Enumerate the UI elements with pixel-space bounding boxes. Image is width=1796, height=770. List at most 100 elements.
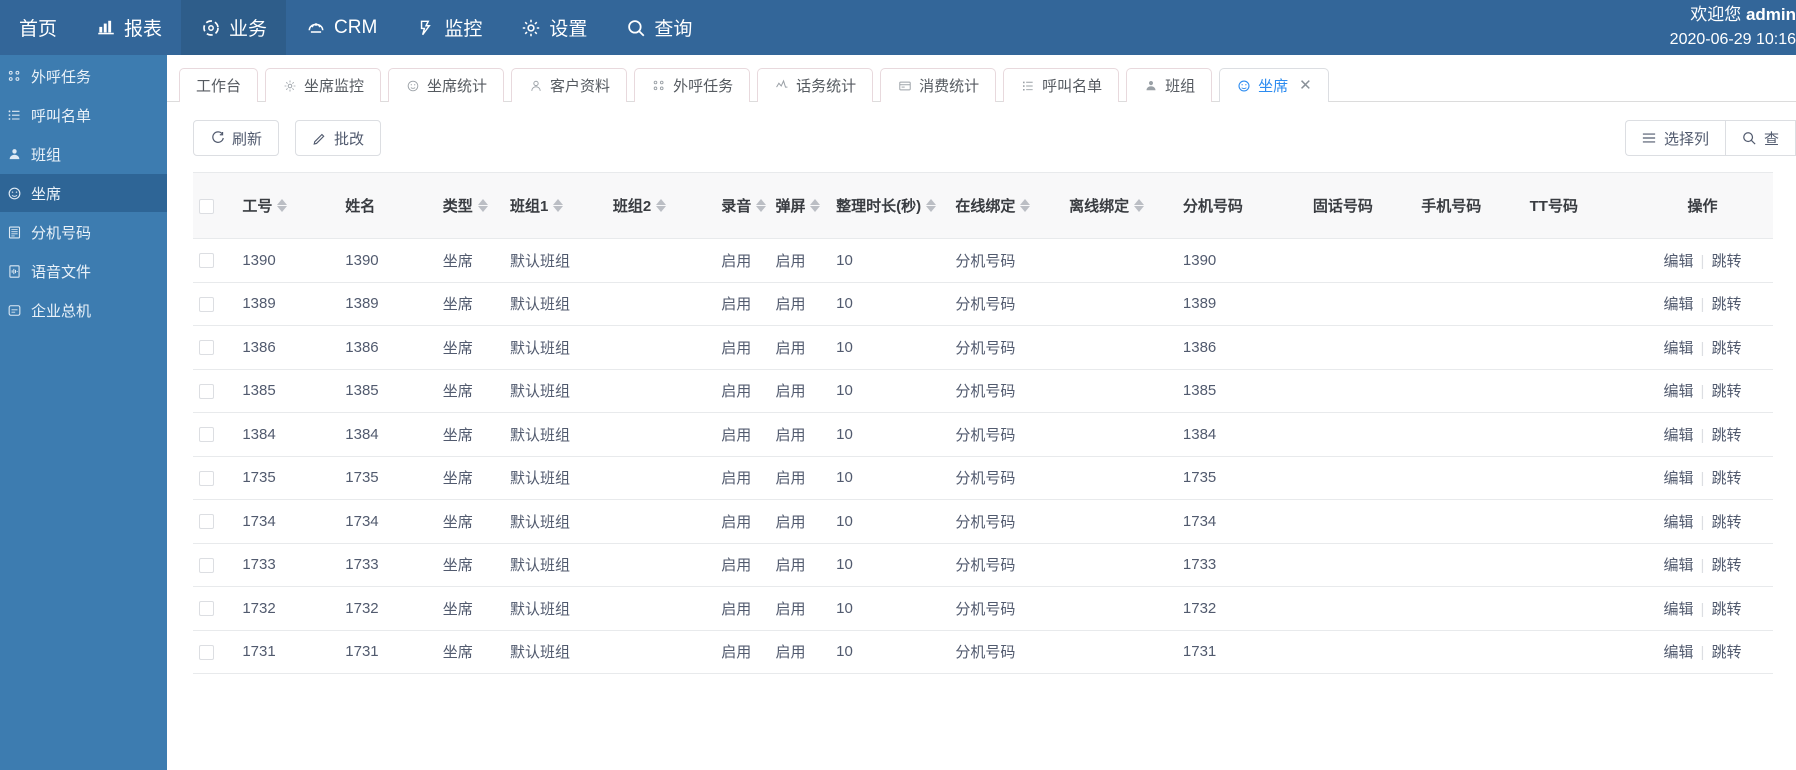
table-row[interactable]: 1389 1389 坐席 默认班组 启用 启用 10 分机号码 1389 编辑 | 跳转 bbox=[193, 282, 1773, 326]
search-button[interactable]: 查 bbox=[1724, 120, 1796, 156]
jump-link[interactable]: 跳转 bbox=[1711, 644, 1741, 661]
jump-link[interactable]: 跳转 bbox=[1711, 470, 1741, 487]
cell-work_no[interactable]: 1389 bbox=[236, 282, 340, 326]
jump-link[interactable]: 跳转 bbox=[1711, 557, 1741, 574]
edit-link[interactable]: 编辑 bbox=[1664, 514, 1694, 531]
jump-link[interactable]: 跳转 bbox=[1711, 601, 1741, 618]
row-checkbox[interactable] bbox=[199, 427, 214, 443]
sort-toggle-icon[interactable] bbox=[926, 199, 937, 212]
edit-link[interactable]: 编辑 bbox=[1664, 296, 1694, 313]
edit-link[interactable]: 编辑 bbox=[1664, 601, 1694, 618]
tab-tasks[interactable]: 外呼任务 bbox=[634, 68, 751, 102]
cell-work_no[interactable]: 1386 bbox=[236, 325, 340, 370]
sort-toggle-icon[interactable] bbox=[756, 199, 767, 212]
column-header-type[interactable]: 类型 bbox=[436, 172, 504, 239]
row-checkbox-cell bbox=[193, 456, 237, 500]
row-checkbox[interactable] bbox=[199, 296, 214, 312]
row-checkbox[interactable] bbox=[199, 383, 214, 399]
row-checkbox[interactable] bbox=[199, 253, 214, 269]
sort-toggle-icon[interactable] bbox=[810, 199, 821, 212]
tab-customer[interactable]: 客户资料 bbox=[511, 68, 628, 102]
tab-consume-stats[interactable]: 消费统计 bbox=[880, 68, 997, 102]
edit-link[interactable]: 编辑 bbox=[1664, 470, 1694, 487]
refresh-button[interactable]: 刷新 bbox=[193, 120, 280, 156]
table-row[interactable]: 1735 1735 坐席 默认班组 启用 启用 10 分机号码 1735 编辑 | 跳转 bbox=[193, 456, 1773, 500]
column-header-record[interactable]: 录音 bbox=[715, 172, 770, 239]
table-row[interactable]: 1384 1384 坐席 默认班组 启用 启用 10 分机号码 1384 编辑 | 跳转 bbox=[193, 412, 1773, 457]
edit-link[interactable]: 编辑 bbox=[1664, 644, 1694, 661]
tab-traffic-stats[interactable]: 话务统计 bbox=[757, 68, 874, 102]
sidebar-item-list[interactable]: 呼叫名单 bbox=[0, 96, 167, 134]
edit-link[interactable]: 编辑 bbox=[1664, 253, 1694, 270]
batch-edit-button[interactable]: 批改 bbox=[295, 120, 382, 156]
topnav-item-业务[interactable]: 业务 bbox=[181, 0, 287, 55]
topnav-item-监控[interactable]: 监控 bbox=[396, 0, 501, 55]
sort-toggle-icon[interactable] bbox=[553, 199, 564, 212]
jump-link[interactable]: 跳转 bbox=[1711, 427, 1741, 444]
edit-link[interactable]: 编辑 bbox=[1664, 557, 1694, 574]
sidebar-item-switchboard[interactable]: 企业总机 bbox=[0, 291, 167, 329]
cell-work_no[interactable]: 1732 bbox=[236, 586, 340, 631]
cell-work_no[interactable]: 1384 bbox=[236, 412, 340, 457]
cell-group2 bbox=[606, 586, 716, 631]
tab-group[interactable]: 班组 bbox=[1126, 68, 1213, 102]
jump-link[interactable]: 跳转 bbox=[1711, 383, 1741, 400]
edit-link[interactable]: 编辑 bbox=[1664, 427, 1694, 444]
sort-toggle-icon[interactable] bbox=[1020, 199, 1031, 212]
column-header-wrapup[interactable]: 整理时长(秒) bbox=[830, 172, 950, 239]
table-row[interactable]: 1734 1734 坐席 默认班组 启用 启用 10 分机号码 1734 编辑 | 跳转 bbox=[193, 499, 1773, 544]
jump-link[interactable]: 跳转 bbox=[1711, 253, 1741, 270]
cell-work_no[interactable]: 1733 bbox=[236, 543, 340, 587]
jump-link[interactable]: 跳转 bbox=[1711, 296, 1741, 313]
jump-link[interactable]: 跳转 bbox=[1711, 514, 1741, 531]
sidebar-item-tasks[interactable]: 外呼任务 bbox=[0, 57, 167, 95]
tab-call-list[interactable]: 呼叫名单 bbox=[1003, 68, 1120, 102]
select-columns-button[interactable]: 选择列 bbox=[1624, 120, 1725, 156]
row-checkbox[interactable] bbox=[199, 644, 214, 660]
tab-monitor-seat[interactable]: 坐席监控 bbox=[265, 68, 382, 102]
topnav-item-首页[interactable]: 首页 bbox=[0, 0, 76, 55]
column-header-work_no[interactable]: 工号 bbox=[236, 172, 340, 239]
row-checkbox[interactable] bbox=[199, 470, 214, 486]
jump-link[interactable]: 跳转 bbox=[1711, 340, 1741, 357]
table-row[interactable]: 1732 1732 坐席 默认班组 启用 启用 10 分机号码 1732 编辑 | 跳转 bbox=[193, 586, 1773, 631]
sidebar-item-group[interactable]: 班组 bbox=[0, 135, 167, 173]
tab-seat[interactable]: 坐席 ✕ bbox=[1219, 68, 1329, 102]
sidebar-item-seat[interactable]: 坐席 bbox=[0, 174, 167, 212]
table-row[interactable]: 1731 1731 坐席 默认班组 启用 启用 10 分机号码 1731 编辑 | 跳转 bbox=[193, 630, 1773, 674]
column-header-online_bind[interactable]: 在线绑定 bbox=[949, 172, 1064, 239]
sort-toggle-icon[interactable] bbox=[277, 199, 288, 212]
tab-seat-stats[interactable]: 坐席统计 bbox=[388, 68, 505, 102]
column-header-group1[interactable]: 班组1 bbox=[503, 172, 607, 239]
cell-work_no[interactable]: 1734 bbox=[236, 499, 340, 544]
close-icon[interactable]: ✕ bbox=[1299, 78, 1312, 93]
column-header-offline_bind[interactable]: 离线绑定 bbox=[1063, 172, 1177, 239]
edit-link[interactable]: 编辑 bbox=[1664, 340, 1694, 357]
table-row[interactable]: 1385 1385 坐席 默认班组 启用 启用 10 分机号码 1385 编辑 | 跳转 bbox=[193, 369, 1773, 413]
row-checkbox[interactable] bbox=[199, 514, 214, 530]
sort-toggle-icon[interactable] bbox=[656, 199, 667, 212]
sort-toggle-icon[interactable] bbox=[1134, 199, 1145, 212]
column-header-popup[interactable]: 弹屏 bbox=[769, 172, 831, 239]
row-checkbox[interactable] bbox=[199, 340, 214, 356]
topnav-item-crm[interactable]: CRM bbox=[286, 0, 396, 55]
topnav-item-设置[interactable]: 设置 bbox=[501, 0, 606, 55]
edit-link[interactable]: 编辑 bbox=[1664, 383, 1694, 400]
table-row[interactable]: 1390 1390 坐席 默认班组 启用 启用 10 分机号码 1390 编辑 | 跳转 bbox=[193, 238, 1773, 283]
column-header-group2[interactable]: 班组2 bbox=[606, 172, 716, 239]
tab-workbench[interactable]: 工作台 bbox=[179, 68, 259, 102]
topnav-item-报表[interactable]: 报表 bbox=[76, 0, 181, 55]
table-row[interactable]: 1386 1386 坐席 默认班组 启用 启用 10 分机号码 1386 编辑 | 跳转 bbox=[193, 325, 1773, 370]
cell-work_no[interactable]: 1735 bbox=[236, 456, 340, 500]
cell-work_no[interactable]: 1390 bbox=[236, 238, 340, 283]
table-row[interactable]: 1733 1733 坐席 默认班组 启用 启用 10 分机号码 1733 编辑 | 跳转 bbox=[193, 543, 1773, 587]
cell-work_no[interactable]: 1731 bbox=[236, 630, 340, 674]
row-checkbox[interactable] bbox=[199, 601, 214, 617]
cell-work_no[interactable]: 1385 bbox=[236, 369, 340, 413]
sidebar-item-voice-file[interactable]: 语音文件 bbox=[0, 252, 167, 290]
topnav-item-查询[interactable]: 查询 bbox=[606, 0, 711, 55]
row-checkbox[interactable] bbox=[199, 557, 214, 573]
sort-toggle-icon[interactable] bbox=[477, 199, 488, 212]
sidebar-item-extension[interactable]: 分机号码 bbox=[0, 213, 167, 251]
select-all-checkbox[interactable] bbox=[199, 198, 214, 214]
